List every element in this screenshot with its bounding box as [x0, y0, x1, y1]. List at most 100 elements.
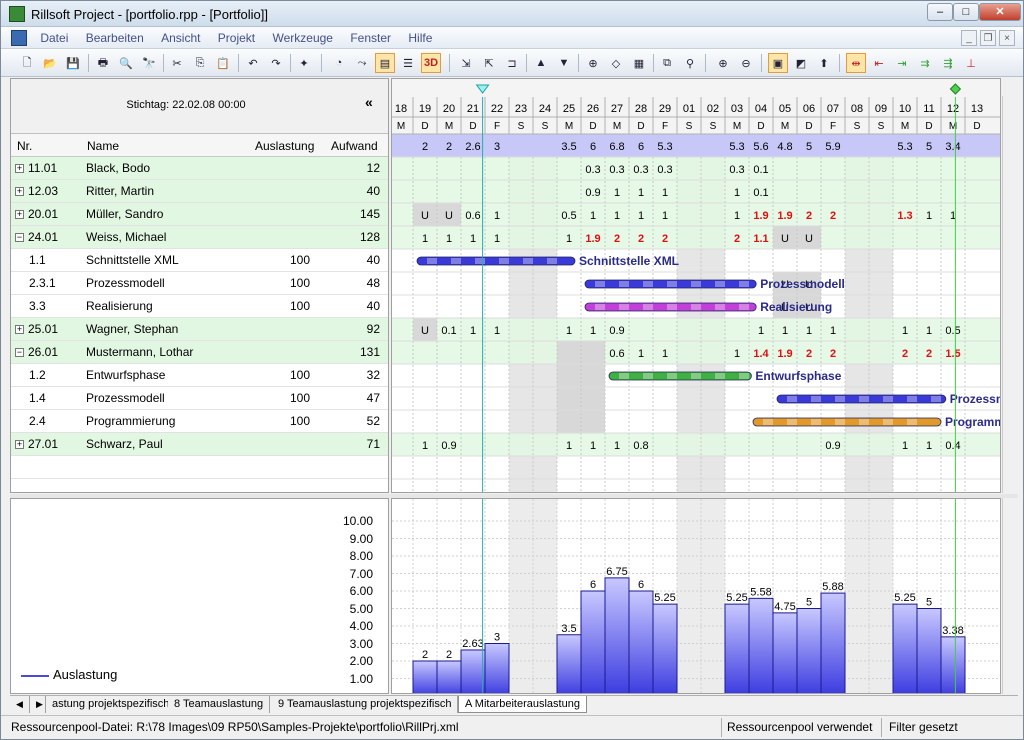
- histogram-bar: [412, 660, 438, 693]
- shift-right-icon[interactable]: ⇥: [892, 53, 912, 73]
- row-name: Ritter, Martin: [86, 184, 155, 198]
- filter-icon[interactable]: ⚲: [680, 53, 700, 73]
- clear-leveling-icon[interactable]: ⊥: [961, 53, 981, 73]
- undo-icon[interactable]: ↶: [243, 53, 263, 73]
- menu-werkzeuge[interactable]: Werkzeuge: [266, 27, 340, 49]
- menu-datei[interactable]: Datei: [33, 27, 75, 49]
- layout-1-icon[interactable]: ▣: [768, 53, 788, 73]
- shift-left-icon[interactable]: ⇤: [869, 53, 889, 73]
- table-row[interactable]: +27.01 Schwarz, Paul 71: [11, 433, 388, 456]
- table-row[interactable]: −26.01 Mustermann, Lothar 131: [11, 341, 388, 364]
- maximize-button[interactable]: □: [953, 3, 979, 21]
- tab-mitarbeiterauslastung[interactable]: A Mitarbeiterauslastung: [458, 696, 587, 713]
- table-row[interactable]: 1.2 Entwurfsphase 100 32: [11, 364, 388, 387]
- table-row[interactable]: +25.01 Wagner, Stephan 92: [11, 318, 388, 341]
- minimize-button[interactable]: –: [927, 3, 953, 21]
- column-auslastung[interactable]: Auslastung: [255, 139, 314, 153]
- expand-icon[interactable]: +: [15, 187, 24, 196]
- zoom-out-icon[interactable]: ⊖: [736, 53, 756, 73]
- table-row[interactable]: 1.1 Schnittstelle XML 100 40: [11, 249, 388, 272]
- redo-icon[interactable]: ↷: [266, 53, 286, 73]
- cell-value: 1: [614, 187, 620, 199]
- mdi-restore-icon[interactable]: ❐: [980, 30, 996, 46]
- export-icon[interactable]: ⬆: [814, 53, 834, 73]
- histogram-bar: [772, 612, 798, 693]
- tab-scroll-left-icon[interactable]: ◀: [10, 696, 30, 713]
- cell-value: 1: [734, 210, 740, 222]
- schedule-icon[interactable]: ◔: [329, 53, 349, 73]
- move-down-icon[interactable]: ▼: [554, 53, 574, 73]
- paste-icon[interactable]: 📋: [213, 53, 233, 73]
- calendar-icon[interactable]: ▦: [629, 53, 649, 73]
- gantt-view-icon[interactable]: ▤: [375, 53, 395, 73]
- expand-icon[interactable]: +: [15, 325, 24, 334]
- row-name: Wagner, Stephan: [86, 322, 179, 336]
- menu-bearbeiten[interactable]: Bearbeiten: [79, 27, 151, 49]
- new-icon[interactable]: 🗋: [17, 53, 37, 73]
- row-auslastung: 100: [289, 368, 310, 382]
- move-up-icon[interactable]: ▲: [531, 53, 551, 73]
- cell-value: 1: [734, 348, 740, 360]
- mdi-close-icon[interactable]: ×: [999, 30, 1015, 46]
- gantt-chart[interactable]: 18 M 19 D 2 20 M 2 21 D 2.6 22 F 3 23 S 24 S 25 M 3.5 26 D 6 27 M…: [391, 78, 1001, 493]
- menu-hilfe[interactable]: Hilfe: [401, 27, 439, 49]
- indent-icon[interactable]: ⇲: [456, 53, 476, 73]
- print-icon[interactable]: 🖶: [93, 53, 113, 73]
- column-name[interactable]: Name: [87, 139, 119, 153]
- find-icon[interactable]: 🔭: [139, 53, 159, 73]
- mdi-minimize-icon[interactable]: _: [961, 30, 977, 46]
- table-row[interactable]: 1.4 Prozessmodell 100 47: [11, 387, 388, 410]
- close-button[interactable]: ✕: [979, 3, 1021, 21]
- table-row[interactable]: 2.4 Programmierung 100 52: [11, 410, 388, 433]
- collapse-pane-button[interactable]: «: [365, 94, 373, 110]
- level-icon[interactable]: ⇉: [915, 53, 935, 73]
- cut-icon[interactable]: ✂: [167, 53, 187, 73]
- unavailable-cell: [581, 387, 605, 410]
- cell-value: 0.9: [441, 440, 456, 452]
- tab-teamauslastung-projektspezifisch[interactable]: astung projektspezifisch: [46, 696, 177, 713]
- resource-assign-icon[interactable]: ⧉: [657, 53, 677, 73]
- document-icon[interactable]: [11, 30, 27, 46]
- resource-view-icon[interactable]: ☰: [398, 53, 418, 73]
- open-icon[interactable]: 📂: [40, 53, 60, 73]
- table-row[interactable]: +11.01 Black, Bodo 12: [11, 157, 388, 180]
- split-task-icon[interactable]: ⊕: [583, 53, 603, 73]
- menu-fenster[interactable]: Fenster: [343, 27, 398, 49]
- view-3d-button[interactable]: 3D: [421, 53, 441, 73]
- column-nr[interactable]: Nr.: [17, 139, 32, 153]
- outdent-icon[interactable]: ⇱: [479, 53, 499, 73]
- zoom-in-icon[interactable]: ⊕: [713, 53, 733, 73]
- histogram-bar: [748, 597, 774, 693]
- table-row[interactable]: 3.3 Realisierung 100 40: [11, 295, 388, 318]
- save-icon[interactable]: 💾: [63, 53, 83, 73]
- subtask-icon[interactable]: ⊐: [502, 53, 522, 73]
- align-icon[interactable]: ⇹: [846, 53, 866, 73]
- table-row[interactable]: −24.01 Weiss, Michael 128: [11, 226, 388, 249]
- link-tasks-icon[interactable]: ⤳: [352, 53, 372, 73]
- task-bar-segment: [643, 373, 653, 379]
- menu-ansicht[interactable]: Ansicht: [154, 27, 207, 49]
- level-all-icon[interactable]: ⇶: [938, 53, 958, 73]
- copy-icon[interactable]: ⎘: [190, 53, 210, 73]
- layout-2-icon[interactable]: ◩: [791, 53, 811, 73]
- expand-icon[interactable]: +: [15, 164, 24, 173]
- histogram-scrollbar[interactable]: [1002, 498, 1017, 694]
- menu-projekt[interactable]: Projekt: [211, 27, 262, 49]
- expand-icon[interactable]: +: [15, 210, 24, 219]
- milestone-icon[interactable]: ◇: [606, 53, 626, 73]
- tab-scroll-right-icon[interactable]: ▶: [30, 696, 46, 713]
- y-tick-label: 10.00: [342, 514, 373, 528]
- expand-icon[interactable]: +: [15, 440, 24, 449]
- collapse-icon[interactable]: −: [15, 233, 24, 242]
- table-row[interactable]: 2.3.1 Prozessmodell 100 48: [11, 272, 388, 295]
- tab-teamauslastung[interactable]: 8 Teamauslastung: [168, 696, 271, 713]
- tab-teamauslastung-projektspezifisch-9[interactable]: 9 Teamauslastung projektspezifisch: [272, 696, 459, 713]
- vertical-scrollbar[interactable]: [1002, 96, 1017, 493]
- table-row[interactable]: +20.01 Müller, Sandro 145: [11, 203, 388, 226]
- table-row[interactable]: +12.03 Ritter, Martin 40: [11, 180, 388, 203]
- weekday-label: M: [733, 121, 741, 132]
- column-aufwand[interactable]: Aufwand: [331, 139, 378, 153]
- collapse-icon[interactable]: −: [15, 348, 24, 357]
- print-preview-icon[interactable]: 🔍: [116, 53, 136, 73]
- wizard-icon[interactable]: ✦: [294, 53, 314, 73]
